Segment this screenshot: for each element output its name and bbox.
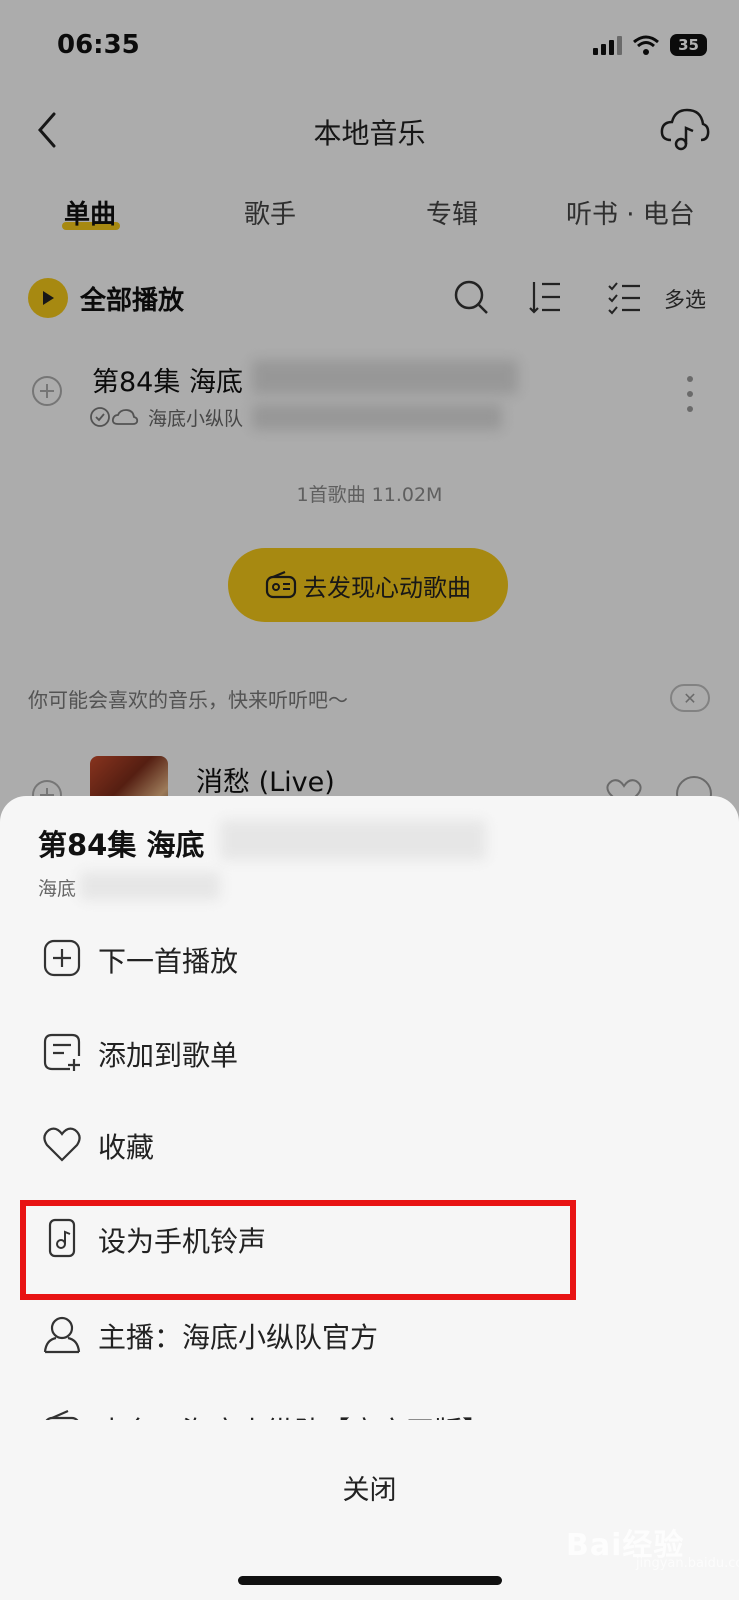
blurred-region [220, 820, 486, 860]
sheet-song-artist: 海底 [38, 878, 77, 900]
radio-icon [45, 1409, 79, 1420]
action-sheet: 第84集 海底 海底 下一首播放 添加到歌单 收藏 设为手机铃声 主播：海底小纵… [0, 796, 739, 1600]
menu-label: 下一首播放 [98, 945, 239, 978]
menu-add-to-playlist[interactable]: 添加到歌单 [0, 1012, 739, 1092]
menu-label: 收藏 [98, 1131, 155, 1164]
menu-label: 主播：海底小纵队官方 [98, 1321, 379, 1354]
annotation-highlight-box [20, 1200, 576, 1300]
local-music-page: 06:35 35 本地音乐 单曲 歌手 专辑 听书 · 电台 全部播放 多选 第… [0, 0, 739, 1600]
heart-icon [43, 1127, 81, 1162]
menu-label: 添加到歌单 [98, 1039, 239, 1072]
sheet-song-title: 第84集 海底 [38, 828, 205, 862]
home-indicator[interactable] [238, 1576, 502, 1585]
close-sheet-button[interactable]: 关闭 [0, 1468, 739, 1507]
playlist-add-icon [43, 1033, 81, 1071]
add-square-icon [43, 939, 81, 977]
person-icon [43, 1316, 81, 1354]
menu-host[interactable]: 主播：海底小纵队官方 [0, 1294, 739, 1374]
menu-favorite[interactable]: 收藏 [0, 1104, 739, 1184]
menu-label: 电台：海底小纵队【官方正版】 [98, 1410, 490, 1420]
blurred-region [80, 872, 220, 900]
menu-play-next[interactable]: 下一首播放 [0, 918, 739, 998]
menu-radio[interactable]: 电台：海底小纵队【官方正版】 [0, 1388, 739, 1420]
watermark-url: jingyan.baidu.com [636, 1556, 739, 1571]
